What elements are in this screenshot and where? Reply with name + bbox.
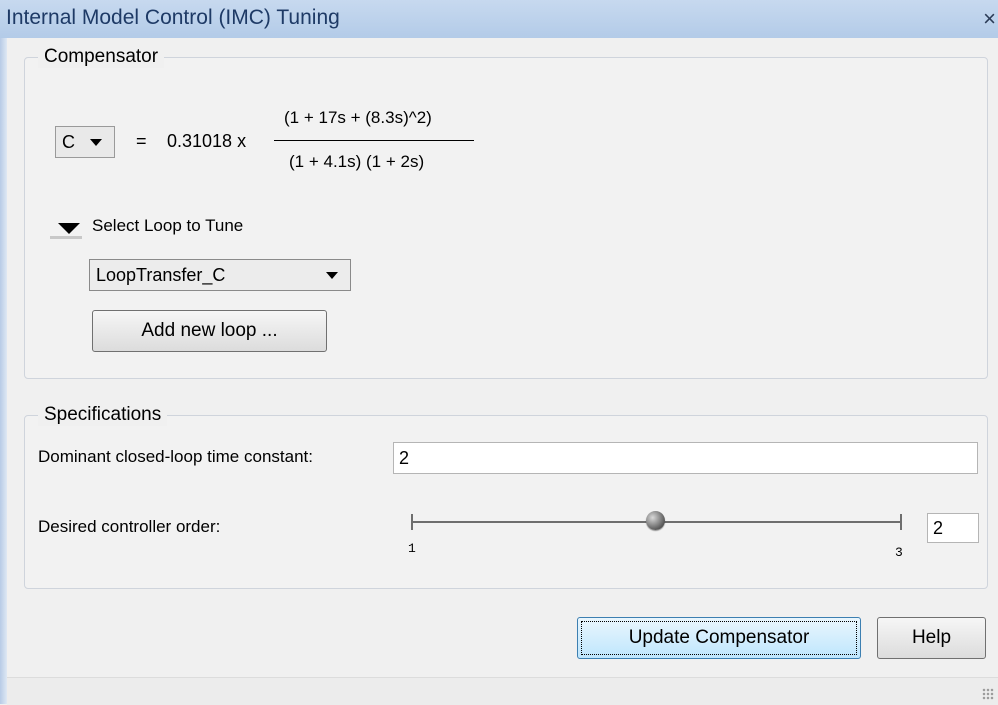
- transfer-numerator: (1 + 17s + (8.3s)^2): [284, 108, 432, 127]
- controller-order-slider[interactable]: [405, 504, 905, 544]
- close-icon[interactable]: ×: [983, 6, 996, 32]
- compensator-select[interactable]: C: [55, 126, 115, 158]
- transfer-denominator: (1 + 4.1s) (1 + 2s): [289, 152, 425, 171]
- select-loop-label: Select Loop to Tune: [92, 216, 244, 235]
- slider-max-label: 3: [895, 545, 903, 560]
- help-button[interactable]: Help: [877, 617, 986, 659]
- time-constant-input[interactable]: 2: [393, 442, 978, 474]
- equals-sign: =: [136, 131, 147, 151]
- window-title: Internal Model Control (IMC) Tuning: [6, 6, 340, 29]
- chevron-down-icon: [326, 272, 338, 279]
- slider-thumb[interactable]: [646, 511, 665, 530]
- chevron-down-icon: [90, 139, 102, 146]
- update-compensator-button[interactable]: Update Compensator: [577, 617, 861, 659]
- loop-select[interactable]: LoopTransfer_C: [89, 259, 351, 291]
- triangle-down-icon: [58, 223, 80, 234]
- compensator-legend: Compensator: [38, 46, 165, 68]
- slider-min-tick: [411, 514, 413, 530]
- status-bar: [7, 677, 998, 705]
- controller-order-label: Desired controller order:: [38, 517, 221, 536]
- slider-min-label: 1: [408, 541, 416, 556]
- compensator-gain: 0.31018 x: [167, 131, 247, 151]
- controller-order-input[interactable]: 2: [927, 513, 979, 543]
- resize-grip-icon[interactable]: [982, 688, 994, 700]
- time-constant-label: Dominant closed-loop time constant:: [38, 447, 313, 466]
- title-bar: Internal Model Control (IMC) Tuning ×: [0, 0, 998, 38]
- fraction-bar: [274, 140, 474, 141]
- compensator-select-value: C: [62, 132, 75, 152]
- collapse-toggle[interactable]: [48, 217, 88, 241]
- loop-select-value: LoopTransfer_C: [96, 265, 226, 285]
- specifications-legend: Specifications: [38, 404, 168, 426]
- slider-max-tick: [900, 514, 902, 530]
- window-frame: [0, 38, 7, 704]
- add-loop-button[interactable]: Add new loop ...: [92, 310, 327, 352]
